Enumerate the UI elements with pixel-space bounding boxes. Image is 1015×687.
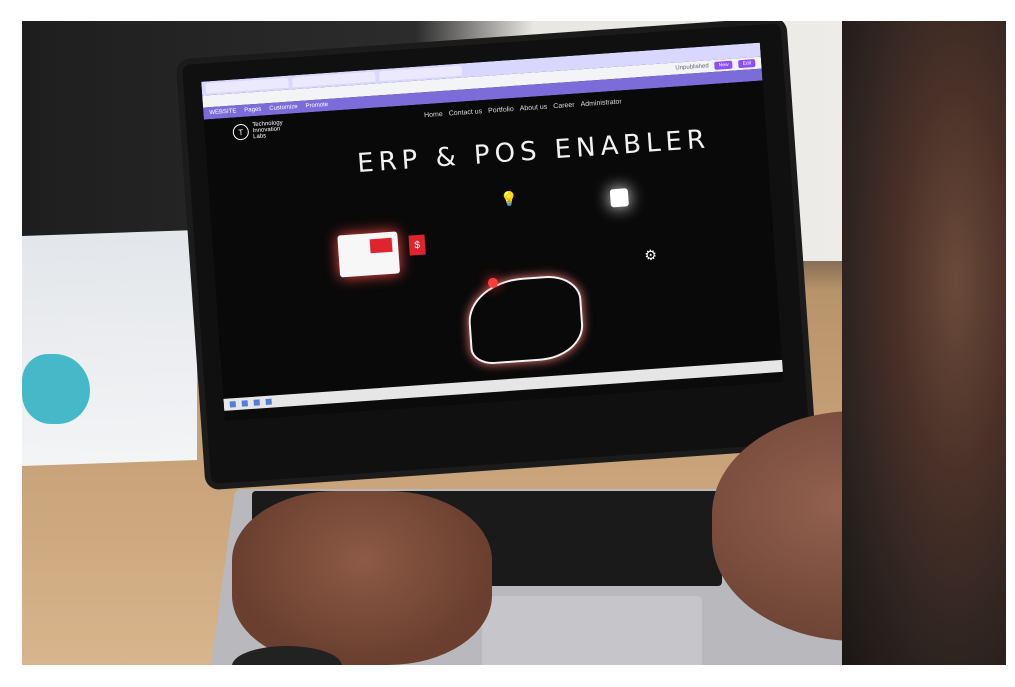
taskbar-app-icon[interactable]	[265, 398, 272, 405]
site-logo[interactable]: T Technology Innovation Labs	[232, 120, 283, 141]
left-hand	[232, 491, 492, 665]
logo-icon: T	[232, 123, 250, 141]
new-button[interactable]: New	[714, 60, 733, 70]
nav-administrator[interactable]: Administrator	[580, 98, 622, 108]
gear-icon: ⚙	[643, 246, 658, 264]
edit-button[interactable]: Edit	[738, 59, 756, 69]
puzzle-icon	[609, 188, 629, 208]
toolbar-item-promote[interactable]: Promote	[305, 102, 328, 110]
website-content: T Technology Innovation Labs Home Contac…	[203, 80, 784, 411]
publish-status[interactable]: Unpublished	[675, 63, 709, 71]
nav-home[interactable]: Home	[424, 111, 443, 119]
site-nav: Home Contact us Portfolio About us Caree…	[424, 98, 622, 119]
teal-object	[22, 354, 90, 424]
windows-icon[interactable]	[229, 401, 236, 408]
taskbar-app-icon[interactable]	[241, 400, 248, 407]
toolbar-item-customize[interactable]: Customize	[269, 104, 298, 112]
touchpad	[482, 596, 702, 665]
nav-contact-us[interactable]: Contact us	[449, 108, 483, 117]
hero-title: ERP & POS ENABLER	[356, 124, 711, 179]
laptop-screen: Unpublished New Edit WEBSITE Pages Custo…	[182, 23, 810, 484]
logo-text: Technology Innovation Labs	[252, 120, 284, 140]
logo-line: Labs	[253, 133, 267, 141]
nav-about-us[interactable]: About us	[519, 104, 547, 113]
nav-career[interactable]: Career	[553, 102, 575, 110]
browser-window: Unpublished New Edit WEBSITE Pages Custo…	[201, 42, 784, 421]
lightbulb-icon: 💡	[499, 189, 519, 208]
toolbar-item-website[interactable]: WEBSITE	[209, 108, 236, 116]
dollar-icon: $	[408, 234, 426, 256]
os-taskbar	[223, 359, 784, 411]
paper-stack	[22, 229, 197, 467]
person-silhouette	[842, 21, 1006, 665]
pos-keypad	[369, 237, 393, 254]
taskbar-app-icon[interactable]	[253, 399, 260, 406]
pos-terminal-illustration	[337, 231, 401, 278]
hand-illustration	[465, 273, 586, 366]
photo: Unpublished New Edit WEBSITE Pages Custo…	[22, 21, 1006, 665]
nav-portfolio[interactable]: Portfolio	[488, 106, 514, 115]
toolbar-item-pages[interactable]: Pages	[244, 107, 261, 114]
